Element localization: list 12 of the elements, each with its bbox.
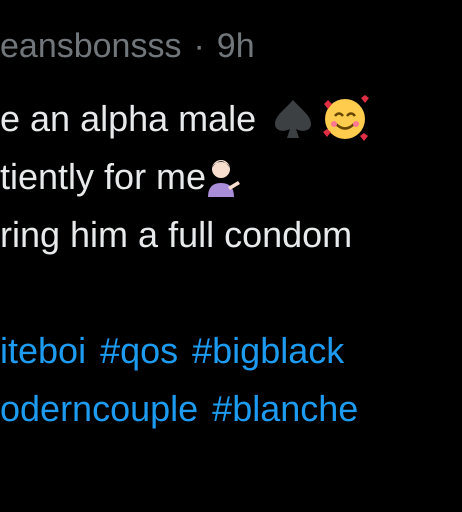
separator: · xyxy=(193,26,205,66)
post-text: tiently for me xyxy=(0,156,206,198)
post-time[interactable]: 9h xyxy=(216,26,255,66)
person-icon xyxy=(206,157,240,197)
hashtag-link[interactable]: iteboi xyxy=(0,330,86,372)
hashtag-link[interactable]: #bigblack xyxy=(192,330,344,372)
hashtag-link[interactable]: oderncouple xyxy=(0,388,198,430)
post-text: ring him a full condom xyxy=(0,214,352,256)
author-name[interactable]: eansbonsss xyxy=(0,26,182,66)
hashtag-link[interactable]: #blanche xyxy=(212,388,358,430)
post-text: e an alpha male xyxy=(0,98,256,140)
hashtag-link[interactable]: #qos xyxy=(100,330,178,372)
